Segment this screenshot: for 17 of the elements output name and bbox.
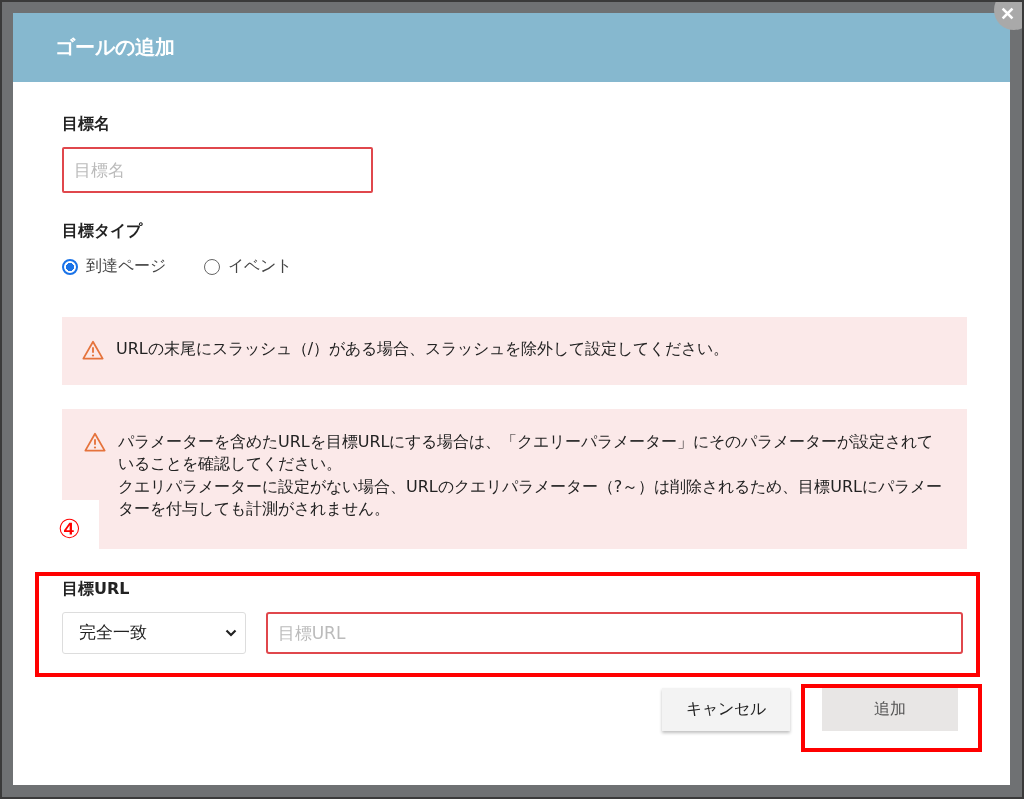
goal-name-field[interactable]: 目標名 — [62, 147, 373, 193]
warning-text: パラメーターを含めたURLを目標URLにする場合は、「クエリーパラメーター」にそのパラメーターが設定されていることを確認してください。 — [118, 431, 935, 476]
field-label: 目標URL — [62, 578, 131, 600]
cancel-button[interactable]: キャンセル — [662, 687, 790, 731]
radio-icon[interactable] — [62, 258, 78, 275]
dialog-title: ゴールの追加 — [55, 34, 175, 61]
warning-icon — [84, 432, 106, 452]
field-label: 目標名 — [62, 114, 111, 135]
radio-option[interactable]: 到達ページ — [62, 256, 166, 277]
radio-option[interactable]: イベント — [204, 256, 292, 277]
match-type-dropdown[interactable]: 完全一致 — [62, 611, 246, 654]
goal-url-field[interactable]: 目標URL — [265, 611, 963, 654]
warning-text: クエリパラメーターに設定がない場合、URLのクエリパラメーター（?～）は削除されるため、目標URLにパラメーターを付与しても計測がされません。 — [118, 475, 942, 521]
caret-icon — [224, 628, 237, 637]
warning-text: URLの末尾にスラッシュ（/）がある場合、スラッシュを除外して設定してください。 — [116, 339, 731, 360]
field-label: 目標タイプ — [62, 221, 144, 242]
warning-icon — [82, 340, 104, 360]
